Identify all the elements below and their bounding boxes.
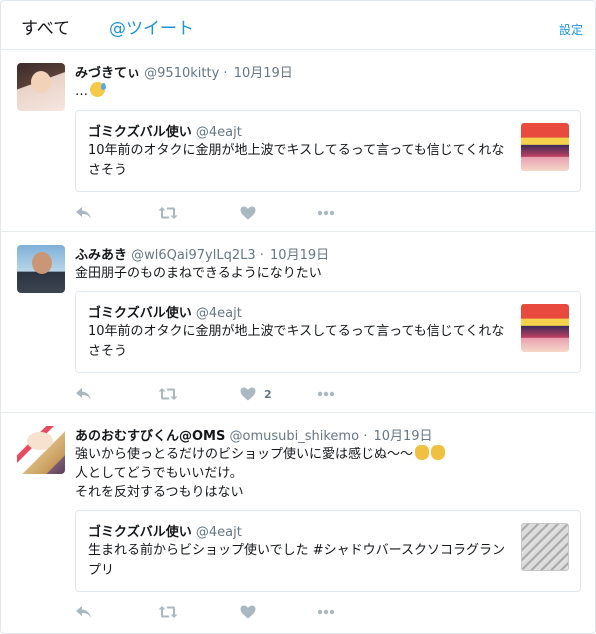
tweet-text-line: それを反対するつもりはない xyxy=(75,485,244,500)
quoted-text: 生まれる前からビショップ使いでした #シャドウバースクソコラグランプリ xyxy=(88,543,505,578)
avatar[interactable] xyxy=(17,63,65,111)
avatar[interactable] xyxy=(17,426,65,474)
tweet-header: ふみあき @wl6Qai97ylLq2L3 · 10月19日 xyxy=(75,244,329,263)
clapping-hands-emoji-icon xyxy=(415,445,430,460)
tweet-text: 強いから使っとるだけのビショップ使いに愛は感じぬ〜〜 人としてどうでもいいだけ。… xyxy=(75,445,446,502)
quoted-media-thumbnail[interactable] xyxy=(521,123,569,171)
retweet-icon xyxy=(158,207,178,219)
avatar-face xyxy=(31,71,51,93)
quoted-author-name: ゴミクズバル使い xyxy=(88,306,192,321)
separator: · xyxy=(363,429,368,444)
reply-button[interactable] xyxy=(75,603,93,621)
heart-icon xyxy=(240,206,256,220)
author-handle[interactable]: @omusubi_shikemo xyxy=(230,429,360,444)
tweet-text-line: 金田朋子のものまねできるようになりたい xyxy=(75,266,322,281)
tweet-date[interactable]: 10月19日 xyxy=(234,66,293,81)
quoted-author-handle: @4eajt xyxy=(195,306,242,321)
tab-tweets[interactable]: @ツイート xyxy=(109,14,194,39)
retweet-button[interactable] xyxy=(158,385,178,403)
separator: · xyxy=(259,248,264,263)
avatar-face xyxy=(27,432,53,450)
author-name[interactable]: ふみあき xyxy=(75,248,127,263)
tweet-header: みづきてぃ @9510kitty · 10月19日 xyxy=(75,62,293,81)
author-name[interactable]: みづきてぃ xyxy=(75,66,140,81)
quoted-author-name: ゴミクズバル使い xyxy=(88,125,192,140)
tweet-item[interactable]: あのおむすびくん@OMS @omusubi_shikemo · 10月19日 強… xyxy=(1,414,595,633)
quoted-tweet[interactable]: ゴミクズバル使い @4eajt 10年前のオタクに金朋が地上波でキスしてるって言… xyxy=(75,291,581,373)
separator: · xyxy=(223,66,228,81)
tweet-actions: 2 xyxy=(75,385,375,403)
tab-bar: すべて @ツイート 設定 xyxy=(1,1,595,50)
retweet-button[interactable] xyxy=(158,204,178,222)
retweet-icon xyxy=(158,606,178,618)
quoted-header: ゴミクズバル使い @4eajt xyxy=(88,121,242,140)
like-button[interactable] xyxy=(240,603,264,621)
author-name[interactable]: あのおむすびくん@OMS xyxy=(75,429,225,444)
clapping-hands-emoji-icon xyxy=(431,445,446,460)
quoted-author-handle: @4eajt xyxy=(195,525,242,540)
more-button[interactable] xyxy=(317,385,335,403)
avatar-face xyxy=(32,252,52,274)
quoted-author-name: ゴミクズバル使い xyxy=(88,525,192,540)
reply-button[interactable] xyxy=(75,385,93,403)
quoted-tweet[interactable]: ゴミクズバル使い @4eajt 10年前のオタクに金朋が地上波でキスしてるって言… xyxy=(75,110,581,192)
tweet-text-line: 強いから使っとるだけのビショップ使いに愛は感じぬ〜〜 xyxy=(75,447,414,462)
quoted-media-thumbnail[interactable] xyxy=(521,304,569,352)
more-button[interactable] xyxy=(317,204,335,222)
tweet-item[interactable]: みづきてぃ @9510kitty · 10月19日 … ゴミクズバル使い @4e… xyxy=(1,51,595,232)
quoted-media-thumbnail[interactable] xyxy=(521,523,569,571)
tweet-header: あのおむすびくん@OMS @omusubi_shikemo · 10月19日 xyxy=(75,425,433,444)
avatar[interactable] xyxy=(17,245,65,293)
tweet-timeline-panel: すべて @ツイート 設定 みづきてぃ @9510kitty · 10月19日 …… xyxy=(0,0,596,634)
tweet-date[interactable]: 10月19日 xyxy=(373,429,432,444)
tweet-date[interactable]: 10月19日 xyxy=(270,248,329,263)
sweat-smile-emoji-icon xyxy=(90,82,106,97)
tweet-actions xyxy=(75,603,375,621)
tweet-text: … xyxy=(75,82,106,101)
reply-icon xyxy=(76,606,91,618)
quoted-header: ゴミクズバル使い @4eajt xyxy=(88,521,242,540)
more-button[interactable] xyxy=(317,603,335,621)
reply-icon xyxy=(76,207,91,219)
more-icon xyxy=(317,609,335,615)
more-icon xyxy=(317,210,335,216)
heart-icon xyxy=(240,605,256,619)
reply-icon xyxy=(76,388,91,400)
tweet-item[interactable]: ふみあき @wl6Qai97ylLq2L3 · 10月19日 金田朋子のものまね… xyxy=(1,233,595,413)
settings-link[interactable]: 設定 xyxy=(559,21,583,38)
quoted-text: 10年前のオタクに金朋が地上波でキスしてるって言っても信じてくれなさそう xyxy=(88,324,505,359)
like-button[interactable] xyxy=(240,204,264,222)
quoted-text: 10年前のオタクに金朋が地上波でキスしてるって言っても信じてくれなさそう xyxy=(88,143,505,178)
author-handle[interactable]: @wl6Qai97ylLq2L3 xyxy=(131,248,255,263)
quoted-tweet[interactable]: ゴミクズバル使い @4eajt 生まれる前からビショップ使いでした #シャドウバ… xyxy=(75,510,581,592)
tweet-text: 金田朋子のものまねできるようになりたい xyxy=(75,264,322,283)
tweet-text-line: 人としてどうでもいいだけ。 xyxy=(75,466,243,481)
retweet-button[interactable] xyxy=(158,603,178,621)
tweet-text-line: … xyxy=(75,84,88,99)
heart-icon xyxy=(240,387,256,401)
author-handle[interactable]: @9510kitty xyxy=(144,66,219,81)
like-button[interactable]: 2 xyxy=(240,385,272,403)
reply-button[interactable] xyxy=(75,204,93,222)
retweet-icon xyxy=(158,388,178,400)
quoted-header: ゴミクズバル使い @4eajt xyxy=(88,302,242,321)
tweet-actions xyxy=(75,204,375,222)
quoted-author-handle: @4eajt xyxy=(195,125,242,140)
like-count: 2 xyxy=(264,387,272,401)
more-icon xyxy=(317,391,335,397)
tab-all[interactable]: すべて xyxy=(21,14,70,39)
